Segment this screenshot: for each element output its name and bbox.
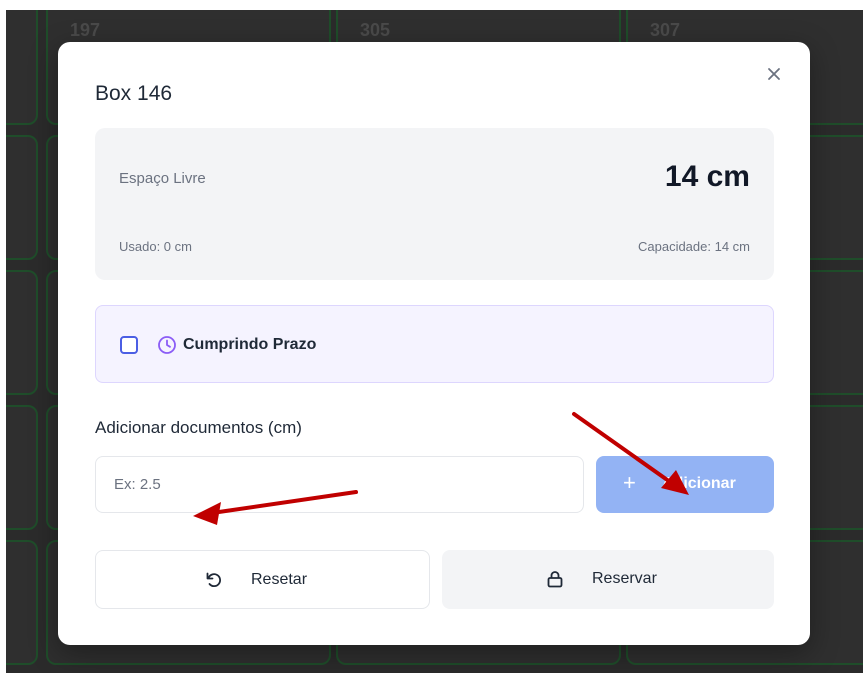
grid-box[interactable]: [6, 405, 38, 530]
box-details-modal: Box 146 Espaço Livre 14 cm Usado: 0 cm C…: [58, 42, 810, 645]
capacity-label: Capacidade: 14 cm: [637, 239, 750, 254]
grid-box[interactable]: [6, 540, 38, 665]
reserve-button[interactable]: Reservar: [442, 550, 774, 609]
add-document-button[interactable]: + Adicionar: [596, 456, 774, 513]
grid-box-label: 305: [360, 20, 391, 40]
clock-icon: [158, 336, 176, 354]
deadline-checkbox[interactable]: [120, 336, 138, 354]
reserve-button-label: Reservar: [592, 570, 657, 587]
add-document-button-label: Adicionar: [662, 475, 736, 492]
lock-icon: [547, 571, 563, 588]
close-icon: [768, 68, 780, 80]
reset-button-label: Resetar: [251, 571, 308, 588]
space-stats-card: Espaço Livre 14 cm Usado: 0 cm Capacidad…: [95, 128, 774, 280]
add-documents-label: Adicionar documentos (cm): [95, 418, 302, 437]
screen: 197 305 307 Box 146 Espaço Livre 14 cm U…: [0, 0, 863, 673]
grid-box[interactable]: [6, 135, 38, 260]
reset-button[interactable]: Resetar: [95, 550, 430, 609]
grid-box[interactable]: [6, 270, 38, 395]
grid-box-label: 197: [70, 20, 101, 40]
deadline-label: Cumprindo Prazo: [183, 336, 317, 353]
modal-title: Box 146: [95, 82, 173, 105]
grid-box[interactable]: [6, 10, 38, 125]
document-size-input[interactable]: [95, 456, 584, 513]
free-space-value: 14 cm: [664, 160, 750, 193]
plus-icon: +: [623, 470, 636, 495]
grid-box-label: 307: [650, 20, 681, 40]
close-button[interactable]: [764, 64, 784, 84]
rotate-ccw-icon: [206, 572, 221, 588]
free-space-label: Espaço Livre: [119, 170, 206, 187]
used-space-label: Usado: 0 cm: [119, 239, 192, 254]
deadline-option[interactable]: Cumprindo Prazo: [95, 305, 774, 383]
